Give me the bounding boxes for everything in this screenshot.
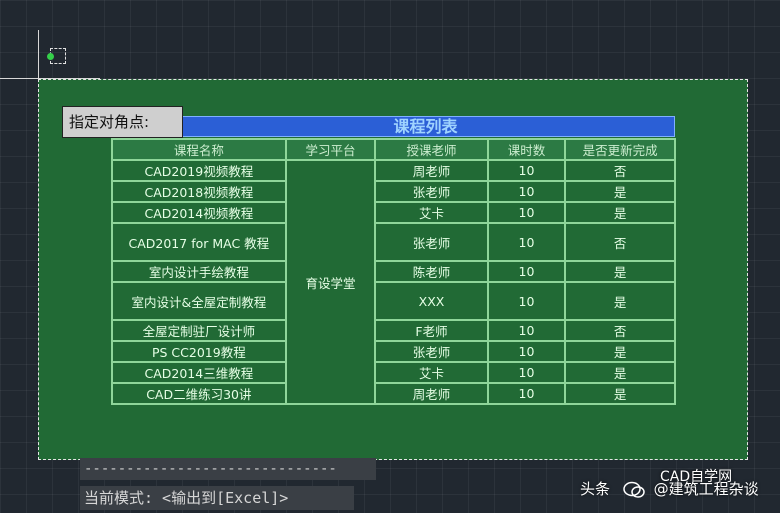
cell-hours: 10 bbox=[486, 319, 567, 342]
cell-teacher: 张老师 bbox=[374, 180, 489, 203]
cell-course-name: 全屋定制驻厂设计师 bbox=[111, 319, 287, 342]
table-title: 课程列表 bbox=[176, 116, 675, 137]
cell-completed: 是 bbox=[564, 340, 676, 363]
cell-completed: 否 bbox=[564, 222, 676, 262]
cell-course-name: 室内设计手绘教程 bbox=[111, 260, 287, 283]
cell-hours: 10 bbox=[486, 260, 567, 283]
cell-hours: 10 bbox=[486, 361, 567, 384]
table-row: 室内设计&全屋定制教程 XXX 10 是 bbox=[111, 281, 676, 321]
cell-hours: 10 bbox=[486, 222, 567, 262]
cell-teacher: 艾卡 bbox=[374, 201, 489, 224]
cell-platform: 育设学堂 bbox=[284, 159, 377, 405]
table-row: CAD2019视频教程 育设学堂 周老师 10 否 bbox=[111, 159, 676, 405]
cell-completed: 是 bbox=[564, 281, 676, 321]
cell-teacher: F老师 bbox=[374, 319, 489, 342]
table-row: CAD2014视频教程 艾卡 10 是 bbox=[111, 201, 676, 224]
cell-course-name: PS CC2019教程 bbox=[111, 340, 287, 363]
chat-bubble-icon bbox=[623, 481, 645, 498]
table-row: PS CC2019教程 张老师 10 是 bbox=[111, 340, 676, 363]
table-header-row: 课程名称 学习平台 授课老师 课时数 是否更新完成 bbox=[111, 138, 676, 161]
course-table: 课程名称 学习平台 授课老师 课时数 是否更新完成 CAD2019视频教程 育设… bbox=[111, 138, 676, 405]
header-platform: 学习平台 bbox=[284, 138, 377, 161]
cell-hours: 10 bbox=[486, 201, 567, 224]
cell-course-name: CAD二维练习30讲 bbox=[111, 382, 287, 405]
brand-watermark: 头条 @建筑工程杂谈 bbox=[580, 472, 759, 506]
command-line-separator: ------------------------------ bbox=[80, 458, 376, 480]
cell-course-name: CAD2019视频教程 bbox=[111, 159, 287, 182]
table-row: 全屋定制驻厂设计师 F老师 10 否 bbox=[111, 319, 676, 342]
cell-hours: 10 bbox=[486, 382, 567, 405]
cell-completed: 否 bbox=[564, 319, 676, 342]
header-teacher: 授课老师 bbox=[374, 138, 489, 161]
snap-point-icon bbox=[47, 53, 54, 60]
brand-handle: @建筑工程杂谈 bbox=[653, 480, 759, 498]
header-hours: 课时数 bbox=[486, 138, 567, 161]
corner-prompt-tooltip: 指定对角点: bbox=[62, 106, 183, 138]
table-row: CAD2014三维教程 艾卡 10 是 bbox=[111, 361, 676, 384]
cell-hours: 10 bbox=[486, 340, 567, 363]
cell-hours: 10 bbox=[486, 159, 567, 182]
cell-teacher: 张老师 bbox=[374, 222, 489, 262]
cell-teacher: XXX bbox=[374, 281, 489, 321]
cell-course-name: CAD2017 for MAC 教程 bbox=[111, 222, 287, 262]
header-course-name: 课程名称 bbox=[111, 138, 287, 161]
cell-completed: 是 bbox=[564, 361, 676, 384]
cell-teacher: 艾卡 bbox=[374, 361, 489, 384]
cell-course-name: CAD2014视频教程 bbox=[111, 201, 287, 224]
cell-completed: 是 bbox=[564, 260, 676, 283]
cell-teacher: 周老师 bbox=[374, 382, 489, 405]
cell-teacher: 陈老师 bbox=[374, 260, 489, 283]
cell-hours: 10 bbox=[486, 281, 567, 321]
cell-teacher: 周老师 bbox=[374, 159, 489, 182]
cell-completed: 否 bbox=[564, 159, 676, 182]
table-row: 室内设计手绘教程 陈老师 10 是 bbox=[111, 260, 676, 283]
cell-completed: 是 bbox=[564, 201, 676, 224]
cell-completed: 是 bbox=[564, 382, 676, 405]
brand-left: 头条 bbox=[580, 480, 611, 498]
table-row: CAD二维练习30讲 周老师 10 是 bbox=[111, 382, 676, 405]
cell-hours: 10 bbox=[486, 180, 567, 203]
command-line-mode: 当前模式: <输出到[Excel]> bbox=[80, 486, 354, 510]
table-row: CAD2017 for MAC 教程 张老师 10 否 bbox=[111, 222, 676, 262]
cell-completed: 是 bbox=[564, 180, 676, 203]
cell-course-name: 室内设计&全屋定制教程 bbox=[111, 281, 287, 321]
header-completed: 是否更新完成 bbox=[564, 138, 676, 161]
cell-teacher: 张老师 bbox=[374, 340, 489, 363]
table-row: CAD2018视频教程 张老师 10 是 bbox=[111, 180, 676, 203]
cell-course-name: CAD2014三维教程 bbox=[111, 361, 287, 384]
cell-course-name: CAD2018视频教程 bbox=[111, 180, 287, 203]
